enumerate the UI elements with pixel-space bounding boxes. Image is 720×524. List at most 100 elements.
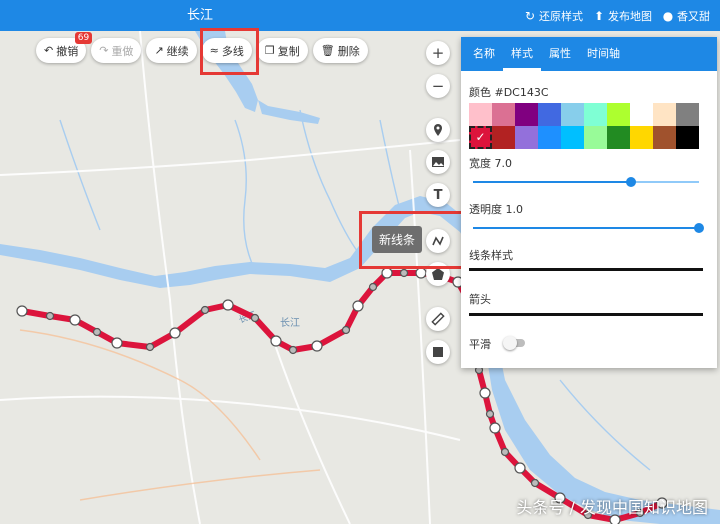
- midpoint-handle[interactable]: [145, 342, 155, 352]
- vertex-handle[interactable]: [111, 337, 123, 349]
- polyline-icon: ↗: [154, 44, 164, 57]
- vertex-handle[interactable]: [69, 314, 81, 326]
- vertex-handle[interactable]: [16, 305, 28, 317]
- opacity-slider[interactable]: [473, 223, 704, 233]
- midpoint-handle[interactable]: [399, 268, 409, 278]
- color-label: 颜色 #DC143C: [469, 86, 549, 99]
- text-tool[interactable]: T: [426, 183, 450, 207]
- ruler-icon: [431, 312, 445, 326]
- midpoint-handle[interactable]: [288, 345, 298, 355]
- color-swatch[interactable]: [653, 103, 676, 126]
- color-swatch[interactable]: [653, 126, 676, 149]
- midpoint-handle[interactable]: [45, 311, 55, 321]
- midpoint-handle[interactable]: [200, 305, 210, 315]
- midpoint-handle[interactable]: [368, 282, 378, 292]
- line-tool[interactable]: [426, 229, 450, 253]
- redo-button[interactable]: ↷ 重做: [91, 38, 142, 63]
- width-slider[interactable]: [473, 177, 699, 187]
- line-style-selector[interactable]: [469, 268, 703, 271]
- color-swatch[interactable]: [584, 103, 607, 126]
- tab-timeline[interactable]: 时间轴: [579, 37, 628, 71]
- color-swatch[interactable]: [607, 126, 630, 149]
- color-swatch[interactable]: [561, 103, 584, 126]
- continue-button[interactable]: ↗ 继续: [146, 38, 197, 63]
- arrow-selector[interactable]: [469, 313, 703, 316]
- color-swatch[interactable]: [630, 126, 653, 149]
- color-swatch[interactable]: [469, 103, 492, 126]
- publish-map-button[interactable]: ⬆ 发布地图: [593, 8, 652, 24]
- measure-tool[interactable]: [426, 307, 450, 331]
- color-swatch[interactable]: [607, 103, 630, 126]
- undo-icon: ↶: [44, 44, 54, 57]
- vertex-handle[interactable]: [489, 422, 501, 434]
- upload-icon: ⬆: [593, 8, 605, 23]
- user-menu[interactable]: ● 香又甜: [662, 8, 710, 24]
- trash-icon: 🗑: [320, 44, 335, 57]
- map-title: 长江: [186, 8, 213, 23]
- vertex-handle[interactable]: [479, 387, 491, 399]
- multiline-icon: ≈: [209, 44, 219, 57]
- color-swatch[interactable]: [630, 103, 653, 126]
- restore-style-button[interactable]: ↻ 还原样式: [524, 8, 583, 24]
- edit-toolbar: ↶ 撤销 69 ↷ 重做 ↗ 继续 ≈ 多线 ❐ 复制 🗑 删除: [36, 32, 368, 63]
- vertex-handle[interactable]: [514, 462, 526, 474]
- color-swatch[interactable]: [676, 103, 699, 126]
- tooltip-new-line: 新线条: [372, 226, 423, 253]
- line-icon: [432, 236, 444, 246]
- color-swatch[interactable]: [584, 126, 607, 149]
- zoom-out-button[interactable]: −: [426, 74, 450, 98]
- polygon-tool[interactable]: [426, 262, 450, 286]
- vertex-handle[interactable]: [222, 299, 234, 311]
- tab-attributes[interactable]: 属性: [541, 37, 579, 71]
- vertex-handle[interactable]: [270, 335, 282, 347]
- midpoint-handle[interactable]: [92, 327, 102, 337]
- tab-name[interactable]: 名称: [465, 37, 503, 71]
- midpoint-handle[interactable]: [530, 478, 540, 488]
- midpoint-handle[interactable]: [250, 313, 260, 323]
- vertex-handle[interactable]: [352, 300, 364, 312]
- midpoint-handle[interactable]: [485, 409, 495, 419]
- layer-tool[interactable]: [426, 340, 450, 364]
- color-swatch[interactable]: [515, 126, 538, 149]
- vertex-handle[interactable]: [381, 267, 393, 279]
- user-name: 香又甜: [677, 9, 710, 23]
- opacity-slider-knob[interactable]: [694, 223, 704, 233]
- color-palette: [469, 103, 699, 149]
- multiline-button[interactable]: ≈ 多线: [201, 38, 252, 63]
- marker-tool[interactable]: [426, 118, 450, 142]
- vertex-handle[interactable]: [415, 267, 427, 279]
- style-panel: 名称 样式 属性 时间轴 颜色 #DC143C 宽度 7.0 透明度 1.0 线…: [461, 37, 717, 368]
- width-label: 宽度 7.0: [469, 157, 512, 170]
- arrow-label: 箭头: [469, 293, 491, 306]
- vertex-handle[interactable]: [311, 340, 323, 352]
- copy-button[interactable]: ❐ 复制: [256, 38, 308, 63]
- redo-icon: ↷: [99, 44, 109, 57]
- color-swatch[interactable]: [515, 103, 538, 126]
- midpoint-handle[interactable]: [500, 447, 510, 457]
- copy-icon: ❐: [264, 44, 275, 57]
- tab-style[interactable]: 样式: [503, 37, 541, 71]
- width-slider-fill: [473, 181, 632, 183]
- zoom-in-button[interactable]: +: [426, 41, 450, 65]
- text-icon: T: [433, 187, 443, 203]
- color-swatch[interactable]: [561, 126, 584, 149]
- color-swatch[interactable]: [492, 126, 515, 149]
- image-icon: [432, 157, 444, 167]
- smooth-toggle[interactable]: [503, 336, 525, 350]
- width-slider-knob[interactable]: [626, 177, 637, 187]
- multiline-label: 多线: [221, 44, 244, 58]
- undo-button[interactable]: ↶ 撤销 69: [36, 32, 93, 63]
- color-swatch[interactable]: [538, 126, 561, 149]
- delete-button[interactable]: 🗑 删除: [312, 38, 368, 63]
- opacity-slider-fill: [473, 227, 699, 229]
- color-swatch[interactable]: [469, 126, 492, 149]
- continue-label: 继续: [166, 44, 189, 58]
- image-tool[interactable]: [426, 150, 450, 174]
- vertex-handle[interactable]: [169, 327, 181, 339]
- color-swatch[interactable]: [538, 103, 561, 126]
- redo-label: 重做: [111, 44, 134, 58]
- color-swatch[interactable]: [492, 103, 515, 126]
- watermark: 头条号 / 发现中国知识地图: [516, 498, 708, 517]
- midpoint-handle[interactable]: [341, 325, 351, 335]
- color-swatch[interactable]: [676, 126, 699, 149]
